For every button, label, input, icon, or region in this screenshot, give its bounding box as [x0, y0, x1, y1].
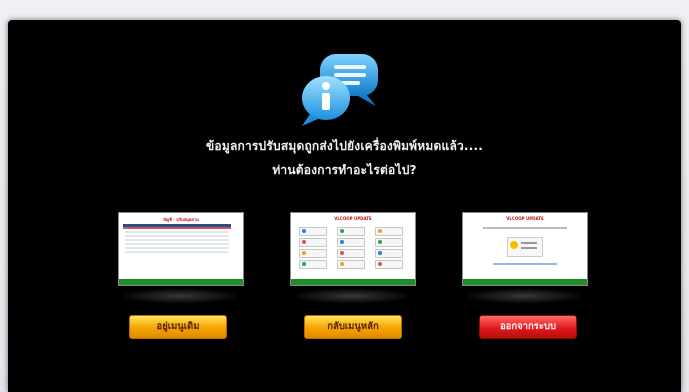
thumbnail-title: VLCOOP UPDATE	[334, 216, 372, 221]
question-message: ท่านต้องการทำอะไรต่อไป?	[272, 163, 417, 177]
info-speech-bubble-icon	[302, 54, 378, 126]
main-menu-thumbnail[interactable]: VLCOOP UPDATE	[290, 212, 416, 286]
thumbnail-footer	[119, 279, 243, 285]
status-message: ข้อมูลการปรับสมุดถูกส่งไปยังเครื่องพิมพ์…	[206, 139, 483, 153]
thumbnail-footer	[291, 279, 415, 285]
stay-menu-thumbnail[interactable]: บัญชี - ปรับสมุดคาม	[118, 212, 244, 286]
thumbnail-reflection	[462, 288, 586, 304]
logout-button[interactable]: ออกจากระบบ	[479, 315, 577, 339]
thumbnail-title: บัญชี - ปรับสมุดคาม	[163, 217, 199, 222]
stay-menu-button[interactable]: อยู่เมนูเดิม	[129, 315, 227, 339]
window-frame: ข้อมูลการปรับสมุดถูกส่งไปยังเครื่องพิมพ์…	[0, 0, 689, 392]
thumbnail-reflection	[118, 288, 242, 304]
main-menu-button[interactable]: กลับเมนูหลัก	[304, 315, 402, 339]
dialog-screen: ข้อมูลการปรับสมุดถูกส่งไปยังเครื่องพิมพ์…	[8, 20, 681, 392]
thumbnail-title: VLCOOP UPDATE	[506, 216, 544, 221]
thumbnail-reflection	[290, 288, 414, 304]
thumbnail-footer	[463, 279, 587, 285]
logout-thumbnail[interactable]: VLCOOP UPDATE	[462, 212, 588, 286]
